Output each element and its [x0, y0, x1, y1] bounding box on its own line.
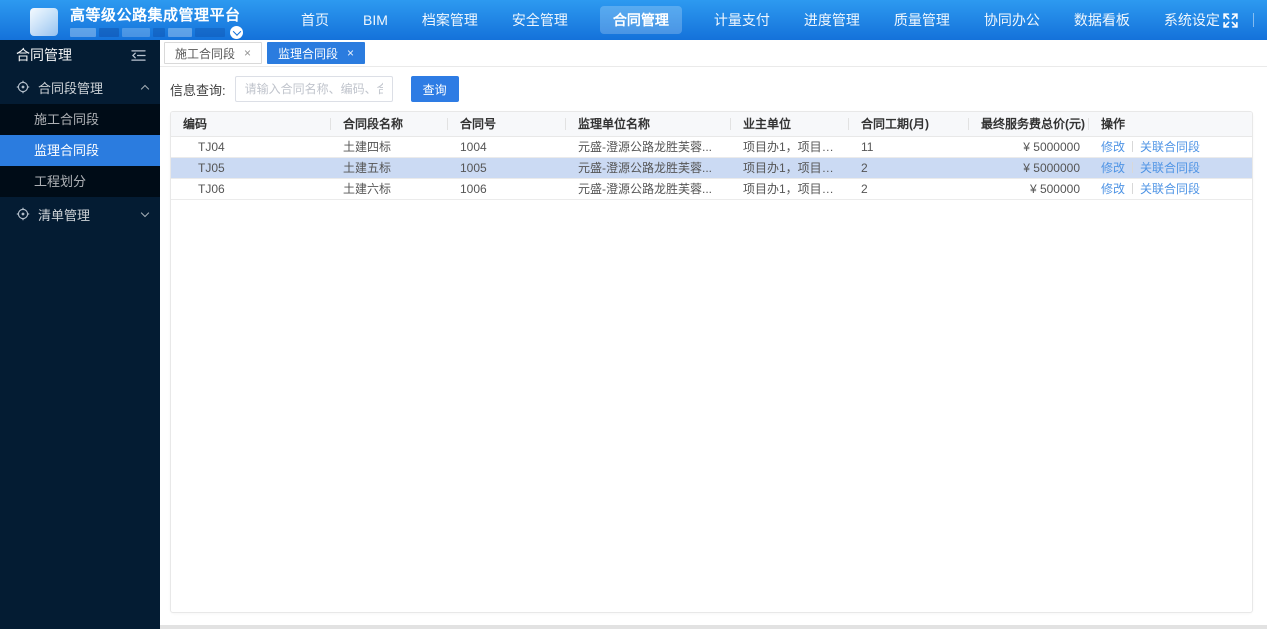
sidebar-item-supervision-contract[interactable]: 监理合同段	[0, 135, 160, 166]
cell-name: 土建四标	[331, 136, 448, 158]
col-header-actions: 操作	[1089, 112, 1252, 137]
header-divider	[1252, 13, 1254, 27]
nav-item-quality[interactable]: 质量管理	[892, 6, 952, 34]
nav-item-contract[interactable]: 合同管理	[599, 6, 682, 34]
table-row[interactable]: TJ06 土建六标 1006 元盛-澄源公路龙胜芙蓉... 项目办1，项目办21…	[171, 178, 1252, 200]
link-contract-section-link[interactable]: 关联合同段	[1140, 182, 1200, 196]
col-header-contract-no: 合同号	[448, 112, 566, 137]
table-row[interactable]: TJ05 土建五标 1005 元盛-澄源公路龙胜芙蓉... 项目办1，项目办21…	[171, 157, 1252, 179]
table-row[interactable]: TJ04 土建四标 1004 元盛-澄源公路龙胜芙蓉... 项目办1，项目办21…	[171, 136, 1252, 158]
action-divider	[1132, 183, 1134, 194]
cell-name: 土建六标	[331, 178, 448, 200]
tab-label: 监理合同段	[278, 46, 339, 61]
action-divider	[1132, 162, 1134, 173]
close-icon[interactable]: ×	[244, 47, 251, 59]
edit-link[interactable]: 修改	[1101, 161, 1125, 175]
cell-owner: 项目办1，项目办21	[731, 136, 849, 158]
cell-price: ¥ 5000000	[969, 157, 1089, 179]
main-content: 施工合同段 × 监理合同段 × 信息查询: 查询 编码 合同段名称 合同号 监理…	[160, 40, 1267, 629]
nav-item-dashboard[interactable]: 数据看板	[1072, 6, 1132, 34]
nav-item-archives[interactable]: 档案管理	[420, 6, 480, 34]
sidebar-item-contract-section-mgmt[interactable]: 合同段管理	[0, 70, 160, 104]
logo-area: 高等级公路集成管理平台	[0, 3, 285, 39]
sidebar-title: 合同管理	[16, 47, 72, 63]
sidebar-item-label: 清单管理	[38, 207, 91, 223]
cell-duration: 11	[849, 136, 969, 158]
close-icon[interactable]: ×	[347, 47, 354, 59]
top-navbar: 高等级公路集成管理平台 首页 BIM 档案管理 安全管理 合同管理 计量支付 进…	[0, 0, 1267, 40]
cell-contract-no: 1006	[448, 178, 566, 200]
col-header-owner: 业主单位	[731, 112, 849, 137]
cell-duration: 2	[849, 157, 969, 179]
sidebar-item-list-mgmt[interactable]: 清单管理	[0, 197, 160, 231]
cell-contract-no: 1005	[448, 157, 566, 179]
sidebar-item-project-division[interactable]: 工程划分	[0, 166, 160, 197]
chevron-down-icon	[140, 208, 150, 218]
table-panel: 编码 合同段名称 合同号 监理单位名称 业主单位 合同工期(月) 最终服务费总价…	[170, 111, 1253, 613]
col-header-price: 最终服务费总价(元)	[969, 112, 1089, 137]
cell-supervisor: 元盛-澄源公路龙胜芙蓉...	[566, 178, 731, 200]
cell-duration: 2	[849, 178, 969, 200]
tab-construction-contract[interactable]: 施工合同段 ×	[164, 42, 263, 64]
search-input[interactable]	[234, 76, 393, 102]
nav-item-safety[interactable]: 安全管理	[510, 6, 570, 34]
chevron-down-icon[interactable]	[230, 26, 243, 39]
nav-item-collaboration[interactable]: 协同办公	[982, 6, 1042, 34]
tab-supervision-contract[interactable]: 监理合同段 ×	[267, 42, 366, 64]
col-header-code: 编码	[171, 112, 331, 137]
app-logo	[30, 7, 58, 36]
search-button[interactable]: 查询	[410, 76, 459, 102]
col-header-supervisor: 监理单位名称	[566, 112, 731, 137]
col-header-duration: 合同工期(月)	[849, 112, 969, 137]
gear-icon	[16, 80, 30, 94]
tab-label: 施工合同段	[175, 46, 236, 61]
table-header-row: 编码 合同段名称 合同号 监理单位名称 业主单位 合同工期(月) 最终服务费总价…	[171, 112, 1252, 137]
chevron-up-icon	[140, 84, 150, 93]
edit-link[interactable]: 修改	[1101, 140, 1125, 154]
edit-link[interactable]: 修改	[1101, 182, 1125, 196]
cell-code: TJ06	[171, 178, 331, 200]
cell-supervisor: 元盛-澄源公路龙胜芙蓉...	[566, 136, 731, 158]
cell-actions: 修改 关联合同段	[1089, 136, 1252, 158]
gear-icon	[16, 207, 30, 221]
sidebar-header: 合同管理	[0, 40, 160, 70]
link-contract-section-link[interactable]: 关联合同段	[1140, 161, 1200, 175]
bottom-strip	[160, 625, 1267, 629]
nav-item-progress[interactable]: 进度管理	[802, 6, 862, 34]
action-divider	[1132, 141, 1134, 152]
link-contract-section-link[interactable]: 关联合同段	[1140, 140, 1200, 154]
cell-owner: 项目办1，项目办21	[731, 157, 849, 179]
cell-price: ¥ 5000000	[969, 136, 1089, 158]
sidebar-item-label: 合同段管理	[38, 80, 104, 96]
search-label: 信息查询:	[170, 82, 226, 98]
title-block: 高等级公路集成管理平台	[70, 6, 243, 39]
main-nav: 首页 BIM 档案管理 安全管理 合同管理 计量支付 进度管理 质量管理 协同办…	[299, 6, 1222, 34]
fullscreen-icon[interactable]	[1222, 12, 1239, 29]
cell-actions: 修改 关联合同段	[1089, 157, 1252, 179]
tab-bar: 施工合同段 × 监理合同段 ×	[160, 40, 1267, 67]
cell-contract-no: 1004	[448, 136, 566, 158]
menu-fold-icon[interactable]	[131, 49, 146, 62]
cell-actions: 修改 关联合同段	[1089, 178, 1252, 200]
nav-item-measurement-pay[interactable]: 计量支付	[712, 6, 772, 34]
nav-item-bim[interactable]: BIM	[361, 8, 390, 32]
sidebar: 合同管理 合同段管理 施工合同段 监理合同段 工程划分 清单管理	[0, 40, 160, 629]
cell-supervisor: 元盛-澄源公路龙胜芙蓉...	[566, 157, 731, 179]
col-header-name: 合同段名称	[331, 112, 448, 137]
cell-owner: 项目办1，项目办21	[731, 178, 849, 200]
cell-code: TJ05	[171, 157, 331, 179]
cell-price: ¥ 500000	[969, 178, 1089, 200]
search-row: 信息查询: 查询	[160, 67, 1267, 111]
nav-item-home[interactable]: 首页	[299, 6, 331, 34]
app-title: 高等级公路集成管理平台	[70, 6, 241, 24]
submenu-contract-sections: 施工合同段 监理合同段 工程划分	[0, 104, 160, 197]
sidebar-item-construction-contract[interactable]: 施工合同段	[0, 104, 160, 135]
nav-item-settings[interactable]: 系统设定	[1162, 6, 1222, 34]
header-right: 业主总工	[1222, 9, 1267, 31]
app-subtitle-redacted	[70, 26, 243, 39]
contracts-table: 编码 合同段名称 合同号 监理单位名称 业主单位 合同工期(月) 最终服务费总价…	[171, 112, 1252, 200]
cell-name: 土建五标	[331, 157, 448, 179]
cell-code: TJ04	[171, 136, 331, 158]
